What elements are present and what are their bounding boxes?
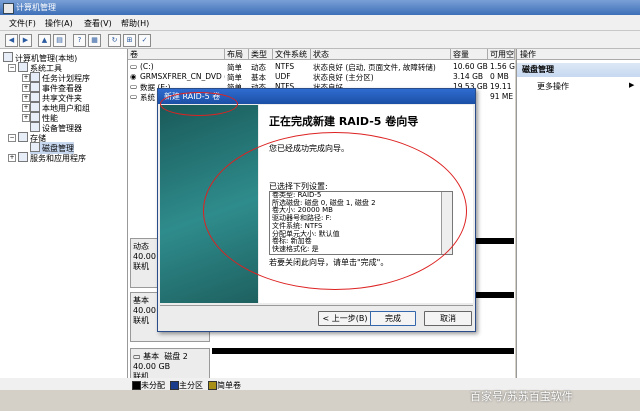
- drive-icon: ▭: [130, 62, 138, 71]
- column-header-capacity[interactable]: 容量: [451, 49, 488, 60]
- volume-filesystem: NTFS: [275, 62, 295, 71]
- volume-name: GRMSXFRER_CN_DVD (D:): [140, 72, 225, 81]
- column-header-filesystem[interactable]: 文件系统: [273, 49, 311, 60]
- help-icon[interactable]: ?: [73, 34, 86, 47]
- disk-icon: ▭: [133, 352, 144, 361]
- services-icon: [18, 152, 28, 162]
- users-icon: [30, 102, 40, 112]
- expand-toggle[interactable]: +: [22, 104, 30, 112]
- legend-unallocated: 未分配: [141, 381, 165, 390]
- actions-pane: 操作 磁盘管理 更多操作 ▶: [516, 49, 640, 389]
- volume-capacity: 10.60 GB: [453, 62, 488, 71]
- volume-free: 1.56 G: [490, 62, 515, 71]
- expand-toggle[interactable]: +: [22, 84, 30, 92]
- computer-icon: [3, 52, 13, 62]
- menu-action[interactable]: 操作(A): [45, 18, 73, 29]
- menu-view[interactable]: 查看(V): [84, 18, 112, 29]
- volume-free: 19.11: [490, 82, 512, 91]
- menu-file[interactable]: 文件(F): [9, 18, 36, 29]
- clock-icon: [30, 72, 40, 82]
- export-icon[interactable]: ⊞: [123, 34, 136, 47]
- back-arrow-icon[interactable]: ◀: [5, 34, 18, 47]
- disk-2-bar[interactable]: [212, 348, 514, 354]
- up-folder-icon[interactable]: ▲: [38, 34, 51, 47]
- column-header-volume[interactable]: 卷: [128, 49, 225, 60]
- computer-management-icon: [3, 3, 14, 14]
- volume-free: 0 MB: [490, 72, 509, 81]
- actions-section-disk-management[interactable]: 磁盘管理: [517, 63, 640, 77]
- volume-name: (C:): [140, 62, 154, 71]
- expand-toggle[interactable]: +: [22, 114, 30, 122]
- annotation-oval-title: [160, 92, 238, 116]
- legend-swatch-primary: [170, 381, 179, 390]
- settings-icon[interactable]: ✓: [138, 34, 151, 47]
- disk-2-header: ▭ 基本 磁盘 2: [133, 352, 188, 361]
- collapse-toggle[interactable]: −: [8, 64, 16, 72]
- folder-icon: [30, 92, 40, 102]
- back-button[interactable]: < 上一步(B): [318, 311, 372, 326]
- tools-icon: [18, 62, 28, 72]
- drive-icon: ▭: [130, 92, 138, 101]
- expand-toggle[interactable]: +: [22, 94, 30, 102]
- more-actions-link[interactable]: 更多操作: [537, 81, 569, 92]
- actions-header: 操作: [517, 49, 640, 60]
- refresh-icon[interactable]: ↻: [108, 34, 121, 47]
- expand-toggle[interactable]: +: [22, 74, 30, 82]
- menu-bar: 文件(F) 操作(A) 查看(V) 帮助(H): [0, 15, 640, 31]
- navigation-tree: 计算机管理(本地) − 系统工具 + 任务计划程序 + 事件查看器 + 共享文件…: [0, 49, 128, 389]
- properties-icon[interactable]: ▦: [88, 34, 101, 47]
- tree-item-services[interactable]: 服务和应用程序: [18, 152, 86, 164]
- dvd-icon: ◉: [130, 72, 137, 81]
- column-header-type[interactable]: 类型: [249, 49, 273, 60]
- volume-capacity: 3.14 GB: [453, 72, 484, 81]
- legend-primary: 主分区: [179, 381, 203, 390]
- collapse-toggle[interactable]: −: [8, 134, 16, 142]
- volume-free: 91 ME: [490, 92, 514, 101]
- device-icon: [30, 122, 40, 132]
- forward-arrow-icon[interactable]: ▶: [19, 34, 32, 47]
- storage-icon: [18, 132, 28, 142]
- column-header-layout[interactable]: 布局: [225, 49, 249, 60]
- dialog-divider: [160, 305, 473, 306]
- legend-swatch-simple: [208, 381, 217, 390]
- window-titlebar: 计算机管理: [0, 0, 640, 15]
- legend-swatch-unallocated: [132, 381, 141, 390]
- legend-simple: 简单卷: [217, 381, 241, 390]
- toolbar: ◀ ▶ ▲ ▤ ? ▦ ↻ ⊞ ✓: [0, 31, 640, 49]
- wizard-heading: 正在完成新建 RAID-5 卷向导: [269, 115, 419, 128]
- chevron-right-icon[interactable]: ▶: [629, 81, 634, 89]
- drive-icon: ▭: [130, 82, 138, 91]
- disk-icon: [30, 142, 40, 152]
- column-header-status[interactable]: 状态: [311, 49, 451, 60]
- finish-button[interactable]: 完成: [370, 311, 416, 326]
- volume-filesystem: UDF: [275, 72, 291, 81]
- show-tree-icon[interactable]: ▤: [53, 34, 66, 47]
- event-log-icon: [30, 82, 40, 92]
- window-title: 计算机管理: [16, 3, 56, 12]
- cancel-button[interactable]: 取消: [424, 311, 472, 326]
- expand-toggle[interactable]: +: [8, 154, 16, 162]
- annotation-oval-summary: [203, 132, 467, 290]
- menu-help[interactable]: 帮助(H): [121, 18, 149, 29]
- disk-size: 40.00 GB: [133, 362, 171, 371]
- watermark: 百家号/苏苏百宝软件: [470, 390, 573, 403]
- performance-icon: [30, 112, 40, 122]
- column-header-free[interactable]: 可用空: [488, 49, 515, 60]
